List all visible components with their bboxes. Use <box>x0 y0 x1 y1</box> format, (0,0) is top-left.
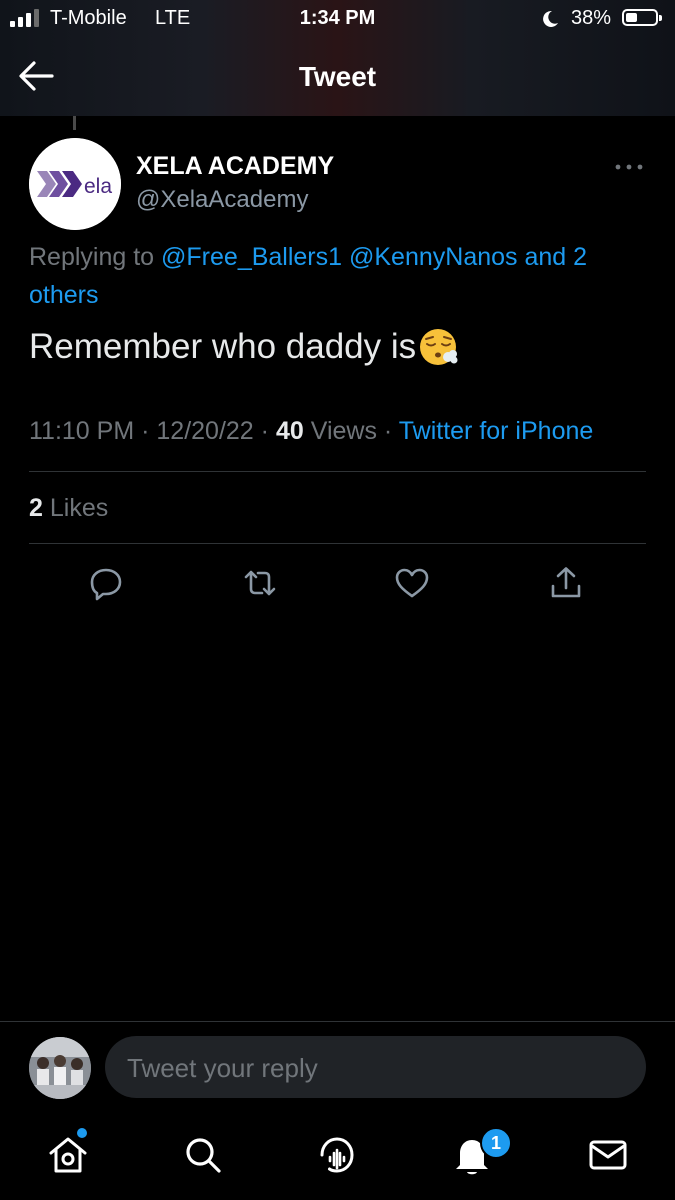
likes-label: Likes <box>49 494 109 522</box>
divider <box>29 543 646 544</box>
replying-prefix: Replying to <box>29 243 155 271</box>
user-avatar[interactable] <box>29 1037 91 1099</box>
share-icon[interactable] <box>548 565 584 601</box>
tweet-source-link[interactable]: Twitter for iPhone <box>399 417 594 445</box>
tweet-body: Remember who daddy is <box>29 327 417 366</box>
views-count: 40 <box>275 417 304 445</box>
messages-icon[interactable] <box>586 1133 630 1177</box>
svg-text:ela: ela <box>84 175 112 198</box>
battery-icon <box>622 9 662 26</box>
tweet-text: Remember who daddy is <box>29 326 460 368</box>
mention-link[interactable]: @KennyNanos <box>349 243 518 271</box>
reply-icon[interactable] <box>88 565 124 601</box>
thread-line <box>73 116 76 130</box>
divider <box>29 471 646 472</box>
battery-fill <box>626 13 637 22</box>
like-icon[interactable] <box>394 565 430 601</box>
replying-to: Replying to @Free_Ballers1 @KennyNanos a… <box>29 238 629 314</box>
status-bar: T-Mobile LTE 1:34 PM 38% <box>0 0 675 38</box>
views-label: Views <box>310 417 377 445</box>
face-exhaling-emoji <box>420 329 458 365</box>
notifications-badge: 1 <box>480 1127 512 1159</box>
battery-percent: 38% <box>571 7 612 29</box>
tweet-time: 11:10 PM <box>29 417 135 445</box>
mention-link[interactable]: @Free_Ballers1 <box>161 243 342 271</box>
search-icon[interactable] <box>181 1133 225 1177</box>
likes-row[interactable]: 2 Likes <box>29 494 108 523</box>
divider <box>0 1021 675 1022</box>
spaces-icon[interactable] <box>315 1133 359 1177</box>
reply-placeholder: Tweet your reply <box>127 1053 318 1083</box>
likes-count: 2 <box>29 494 43 522</box>
author-name[interactable]: XELA ACADEMY <box>136 152 334 181</box>
page-title: Tweet <box>298 61 377 92</box>
retweet-icon[interactable] <box>242 565 278 601</box>
avatar[interactable]: ela <box>29 138 121 230</box>
reply-input[interactable]: Tweet your reply <box>105 1036 646 1098</box>
tweet-meta: 11:10 PM · 12/20/22 · 40 Views · Twitter… <box>29 417 594 445</box>
moon-icon <box>543 10 558 27</box>
home-new-dot <box>77 1128 87 1138</box>
home-icon[interactable] <box>46 1133 90 1177</box>
author-handle[interactable]: @XelaAcademy <box>136 186 308 214</box>
tweet-date: 12/20/22 <box>156 417 254 445</box>
more-options-icon[interactable] <box>612 157 646 177</box>
xela-logo: ela <box>29 138 121 230</box>
